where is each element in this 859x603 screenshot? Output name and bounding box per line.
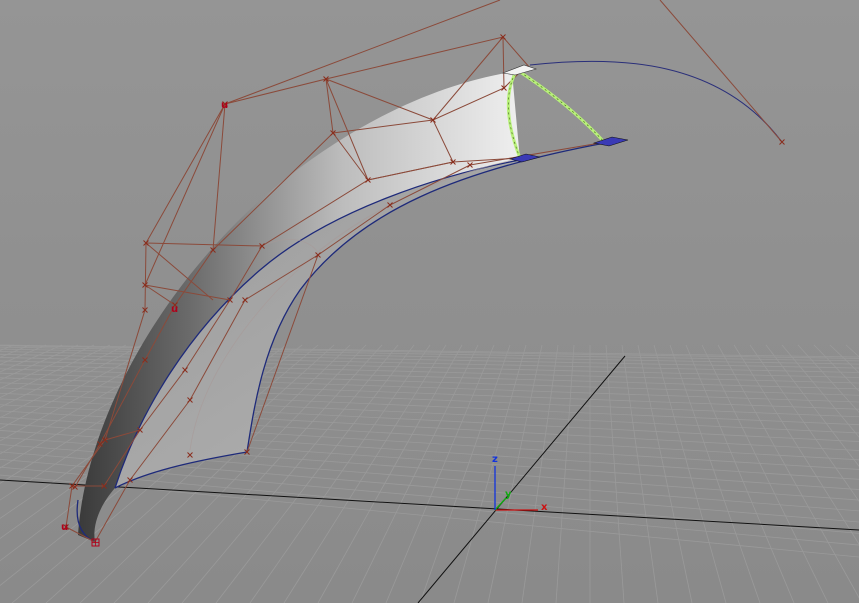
u-marker-label: u <box>221 100 228 111</box>
viewport-background <box>0 0 859 603</box>
scene-canvas[interactable]: u u u x y z <box>0 0 859 603</box>
perspective-viewport[interactable]: u u u x y z <box>0 0 859 603</box>
u-marker-label: u <box>61 522 68 533</box>
axis-z-label: z <box>492 454 498 465</box>
axis-y-label: y <box>505 489 512 500</box>
axis-x-label: x <box>541 502 548 513</box>
u-marker-label: u <box>171 304 178 315</box>
